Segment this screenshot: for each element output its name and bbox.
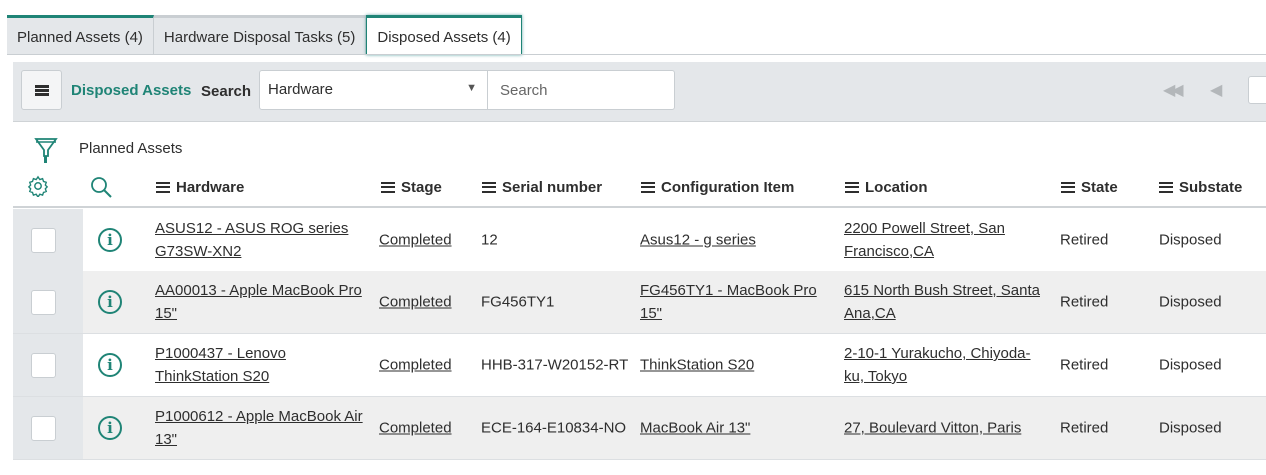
hamburger-icon — [34, 84, 49, 96]
filter-breadcrumb[interactable]: Planned Assets — [79, 140, 182, 157]
configuration-item-link[interactable]: FG456TY1 - MacBook Pro 15" — [640, 279, 820, 325]
configuration-item-link[interactable]: ThinkStation S20 — [640, 354, 820, 377]
stage-link[interactable]: Completed — [379, 229, 452, 252]
column-label: Stage — [401, 179, 442, 196]
table-row: i ASUS12 - ASUS ROG series G73SW-XN2 Com… — [13, 209, 1266, 272]
column-label: Location — [865, 179, 928, 196]
column-header-substate[interactable]: Substate — [1159, 179, 1242, 196]
tab-bar: Planned Assets (4) Hardware Disposal Tas… — [7, 15, 522, 55]
stage-link[interactable]: Completed — [379, 291, 452, 314]
select-column — [13, 209, 83, 271]
list-toolbar: Disposed Assets Search Hardware ▼ ◀◀ ◀ — [13, 62, 1266, 122]
location-link[interactable]: 2200 Powell Street, San Francisco,CA — [844, 217, 1044, 263]
column-menu-icon[interactable] — [1159, 182, 1173, 193]
column-label: Hardware — [176, 179, 245, 196]
hardware-link[interactable]: P1000612 - Apple MacBook Air 13" — [155, 405, 370, 451]
info-icon[interactable]: i — [98, 228, 122, 252]
search-field-value: Hardware — [268, 81, 334, 98]
info-icon[interactable]: i — [98, 353, 122, 377]
state: Retired — [1060, 419, 1109, 437]
column-header-stage[interactable]: Stage — [381, 179, 442, 196]
column-label: Substate — [1179, 179, 1243, 196]
column-menu-icon[interactable] — [482, 182, 496, 193]
search-input[interactable] — [487, 70, 675, 110]
column-label: State — [1081, 179, 1118, 196]
column-label: Configuration Item — [661, 179, 795, 196]
select-column — [13, 334, 83, 396]
dropdown-arrow-icon: ▼ — [466, 82, 477, 94]
serial-number: FG456TY1 — [481, 293, 555, 311]
select-column — [13, 271, 83, 333]
list-menu-button[interactable] — [21, 70, 62, 110]
column-header-location[interactable]: Location — [845, 179, 928, 196]
state: Retired — [1060, 231, 1109, 249]
hardware-link[interactable]: AA00013 - Apple MacBook Pro 15" — [155, 279, 370, 325]
table-row: i P1000437 - Lenovo ThinkStation S20 Com… — [13, 334, 1266, 397]
table-header: Hardware Stage Serial number Configurati… — [13, 172, 1266, 208]
column-menu-icon[interactable] — [641, 182, 655, 193]
substate: Disposed — [1159, 419, 1222, 437]
info-icon[interactable]: i — [98, 416, 122, 440]
location-link[interactable]: 2-10-1 Yurakucho, Chiyoda-ku, Tokyo — [844, 342, 1044, 388]
tab-hardware-disposal-tasks[interactable]: Hardware Disposal Tasks (5) — [153, 15, 367, 55]
hardware-link[interactable]: P1000437 - Lenovo ThinkStation S20 — [155, 342, 370, 388]
stage-link[interactable]: Completed — [379, 417, 452, 440]
column-label: Serial number — [502, 179, 603, 196]
configuration-item-link[interactable]: MacBook Air 13" — [640, 417, 820, 440]
substate: Disposed — [1159, 293, 1222, 311]
column-menu-icon[interactable] — [156, 182, 170, 193]
table-row: i AA00013 - Apple MacBook Pro 15" Comple… — [13, 271, 1266, 334]
column-header-state[interactable]: State — [1061, 179, 1118, 196]
row-checkbox[interactable] — [31, 416, 56, 441]
previous-page-icon[interactable]: ◀ — [1210, 80, 1222, 100]
substate: Disposed — [1159, 231, 1222, 249]
configuration-item-link[interactable]: Asus12 - g series — [640, 229, 820, 252]
column-header-configuration-item[interactable]: Configuration Item — [641, 179, 794, 196]
info-icon[interactable]: i — [98, 290, 122, 314]
state: Retired — [1060, 356, 1109, 374]
location-link[interactable]: 615 North Bush Street, Santa Ana,CA — [844, 279, 1044, 325]
tab-disposed-assets[interactable]: Disposed Assets (4) — [366, 15, 522, 55]
filter-icon[interactable] — [34, 137, 58, 169]
serial-number: 12 — [481, 231, 498, 249]
row-checkbox[interactable] — [31, 228, 56, 253]
select-column — [13, 397, 83, 459]
serial-number: HHB-317-W20152-RT — [481, 356, 629, 374]
serial-number: ECE-164-E10834-NO — [481, 419, 627, 437]
location-link[interactable]: 27, Boulevard Vitton, Paris — [844, 417, 1044, 440]
search-field-select[interactable]: Hardware ▼ — [259, 70, 488, 110]
state: Retired — [1060, 293, 1109, 311]
column-menu-icon[interactable] — [1061, 182, 1075, 193]
list-title[interactable]: Disposed Assets — [71, 82, 191, 99]
divider — [7, 54, 1266, 55]
row-checkbox[interactable] — [31, 353, 56, 378]
column-menu-icon[interactable] — [845, 182, 859, 193]
column-header-serial-number[interactable]: Serial number — [482, 179, 602, 196]
substate: Disposed — [1159, 356, 1222, 374]
column-header-hardware[interactable]: Hardware — [156, 179, 244, 196]
first-page-icon[interactable]: ◀◀ — [1163, 80, 1184, 100]
page-number-input[interactable] — [1248, 76, 1266, 104]
hardware-link[interactable]: ASUS12 - ASUS ROG series G73SW-XN2 — [155, 217, 370, 263]
column-menu-icon[interactable] — [381, 182, 395, 193]
tab-planned-assets[interactable]: Planned Assets (4) — [7, 15, 154, 55]
table-row: i P1000612 - Apple MacBook Air 13" Compl… — [13, 397, 1266, 460]
stage-link[interactable]: Completed — [379, 354, 452, 377]
search-icon[interactable] — [90, 176, 114, 200]
gear-icon[interactable] — [27, 175, 49, 197]
row-checkbox[interactable] — [31, 290, 56, 315]
search-label: Search — [201, 83, 252, 100]
